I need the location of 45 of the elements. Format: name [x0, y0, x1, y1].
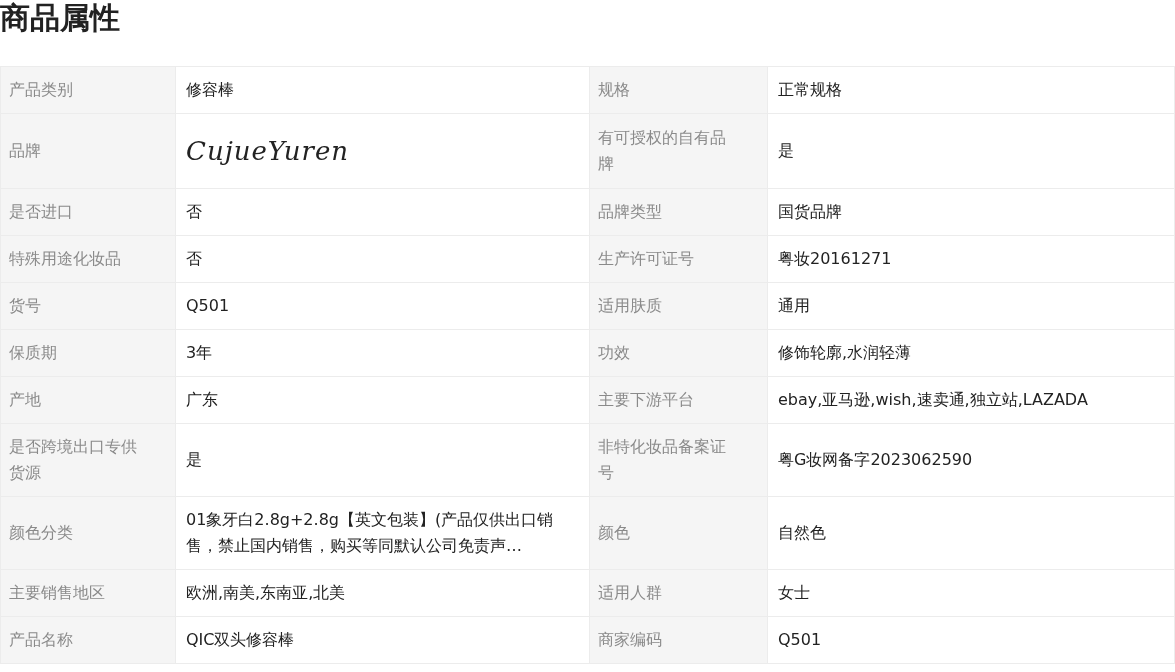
attribute-value: 正常规格	[767, 66, 1175, 114]
section-title: 商品属性	[0, 0, 121, 37]
attribute-label: 品牌	[0, 113, 176, 189]
attribute-label: 适用人群	[589, 569, 768, 617]
attribute-label: 生产许可证号	[589, 235, 768, 283]
attribute-value: Q501	[767, 616, 1175, 664]
attribute-value: 欧洲,南美,东南亚,北美	[175, 569, 590, 617]
attribute-label: 是否进口	[0, 188, 176, 236]
attribute-value: 广东	[175, 376, 590, 424]
attribute-label: 商家编码	[589, 616, 768, 664]
attribute-value: Q501	[175, 282, 590, 330]
attribute-value: 修容棒	[175, 66, 590, 114]
attribute-value: 否	[175, 188, 590, 236]
attribute-label: 适用肤质	[589, 282, 768, 330]
attribute-value: 自然色	[767, 496, 1175, 570]
attribute-label: 是否跨境出口专供货源	[0, 423, 176, 497]
attribute-label: 产品类别	[0, 66, 176, 114]
attribute-value: 01象牙白2.8g+2.8g【英文包装】(产品仅供出口销售，禁止国内销售，购买等同默认公司免责声…	[175, 496, 590, 570]
attribute-label: 品牌类型	[589, 188, 768, 236]
attribute-value: 修饰轮廓,水润轻薄	[767, 329, 1175, 377]
attribute-value: 粤G妆网备字2023062590	[767, 423, 1175, 497]
attribute-label: 产品名称	[0, 616, 176, 664]
attribute-label: 非特化妆品备案证号	[589, 423, 768, 497]
attribute-label: 主要销售地区	[0, 569, 176, 617]
attribute-label: 颜色	[589, 496, 768, 570]
attribute-label: 产地	[0, 376, 176, 424]
attribute-label: 特殊用途化妆品	[0, 235, 176, 283]
attribute-label: 货号	[0, 282, 176, 330]
attribute-value: QIC双头修容棒	[175, 616, 590, 664]
attribute-label: 颜色分类	[0, 496, 176, 570]
attribute-label: 保质期	[0, 329, 176, 377]
attribute-label: 主要下游平台	[589, 376, 768, 424]
attribute-value: 通用	[767, 282, 1175, 330]
attribute-label: 功效	[589, 329, 768, 377]
attribute-value: 3年	[175, 329, 590, 377]
attribute-value: ebay,亚马逊,wish,速卖通,独立站,LAZADA	[767, 376, 1175, 424]
brand-logo: CujueYuren	[186, 136, 350, 166]
attribute-value: 是	[767, 113, 1175, 189]
attribute-value: 女士	[767, 569, 1175, 617]
attribute-value: 国货品牌	[767, 188, 1175, 236]
attribute-value: 是	[175, 423, 590, 497]
attribute-value: 粤妆20161271	[767, 235, 1175, 283]
attribute-value: 否	[175, 235, 590, 283]
attribute-label: 有可授权的自有品牌	[589, 113, 768, 189]
attribute-label: 规格	[589, 66, 768, 114]
